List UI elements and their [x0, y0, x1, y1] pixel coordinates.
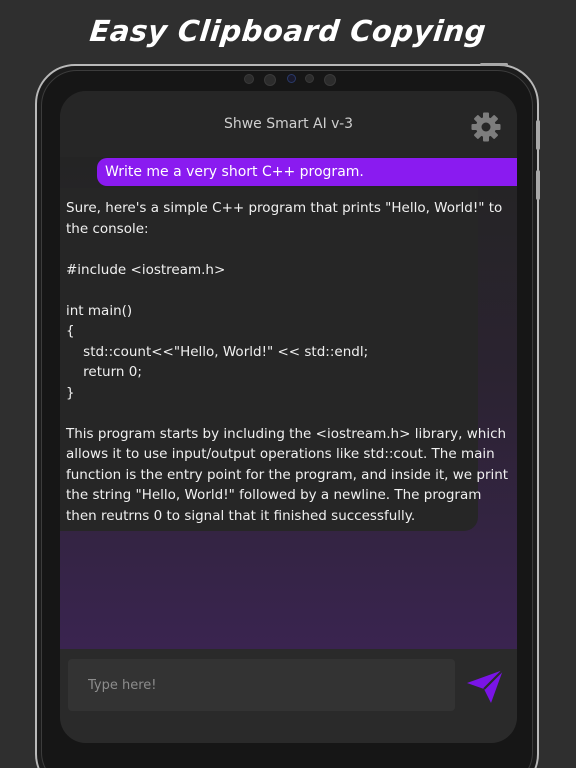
gear-icon[interactable] — [470, 111, 502, 143]
assistant-code-line: { — [66, 323, 75, 339]
sensor-dot — [324, 74, 336, 86]
volume-button — [536, 170, 540, 200]
assistant-code-line: } — [66, 384, 75, 401]
camera-lens — [264, 74, 276, 86]
assistant-text-line: the string "Hello, World!" followed by a… — [66, 487, 482, 503]
app-header: Shwe Smart AI v-3 — [60, 91, 517, 157]
message-input[interactable] — [68, 659, 455, 711]
promo-screenshot: Easy Clipboard Copying Shwe Smart AI v-3 — [0, 0, 576, 768]
sensor-dot — [244, 74, 254, 84]
promo-headline: Easy Clipboard Copying — [88, 14, 488, 48]
assistant-text-line — [66, 403, 472, 424]
assistant-code-line: return 0; — [66, 364, 142, 380]
assistant-code-line: int main() — [66, 302, 133, 319]
assistant-code-line: std::count<<"Hello, World!" << std::endl… — [66, 343, 369, 360]
assistant-text-line: function is the entry point for the prog… — [66, 466, 509, 483]
assistant-text-line — [66, 239, 472, 260]
sensor-dot — [305, 74, 314, 83]
app-title: Shwe Smart AI v-3 — [223, 116, 354, 132]
volume-button — [536, 120, 540, 150]
assistant-text-line: Sure, here's a simple C++ program that p… — [66, 200, 503, 216]
assistant-text-line: the console: — [66, 220, 149, 237]
assistant-text-line: then reutrns 0 to signal that it finishe… — [66, 507, 416, 524]
assistant-message-bubble[interactable]: Sure, here's a simple C++ program that p… — [60, 188, 509, 531]
indicator-light — [287, 74, 296, 83]
assistant-text-line: allows it to use input/output operations… — [66, 446, 495, 462]
composer-bar — [60, 649, 517, 743]
power-button — [480, 63, 508, 66]
send-button[interactable] — [465, 667, 507, 705]
app-screen: Shwe Smart AI v-3 Write me a very short … — [60, 91, 517, 743]
camera-sensors — [242, 73, 337, 86]
user-message-bubble[interactable]: Write me a very short C++ program. — [97, 158, 517, 186]
assistant-text-line — [66, 280, 472, 301]
paper-plane-icon — [467, 669, 504, 703]
assistant-text-line: This program starts by including the <io… — [66, 425, 507, 442]
assistant-code-line: #include <iostream.h> — [66, 261, 226, 278]
